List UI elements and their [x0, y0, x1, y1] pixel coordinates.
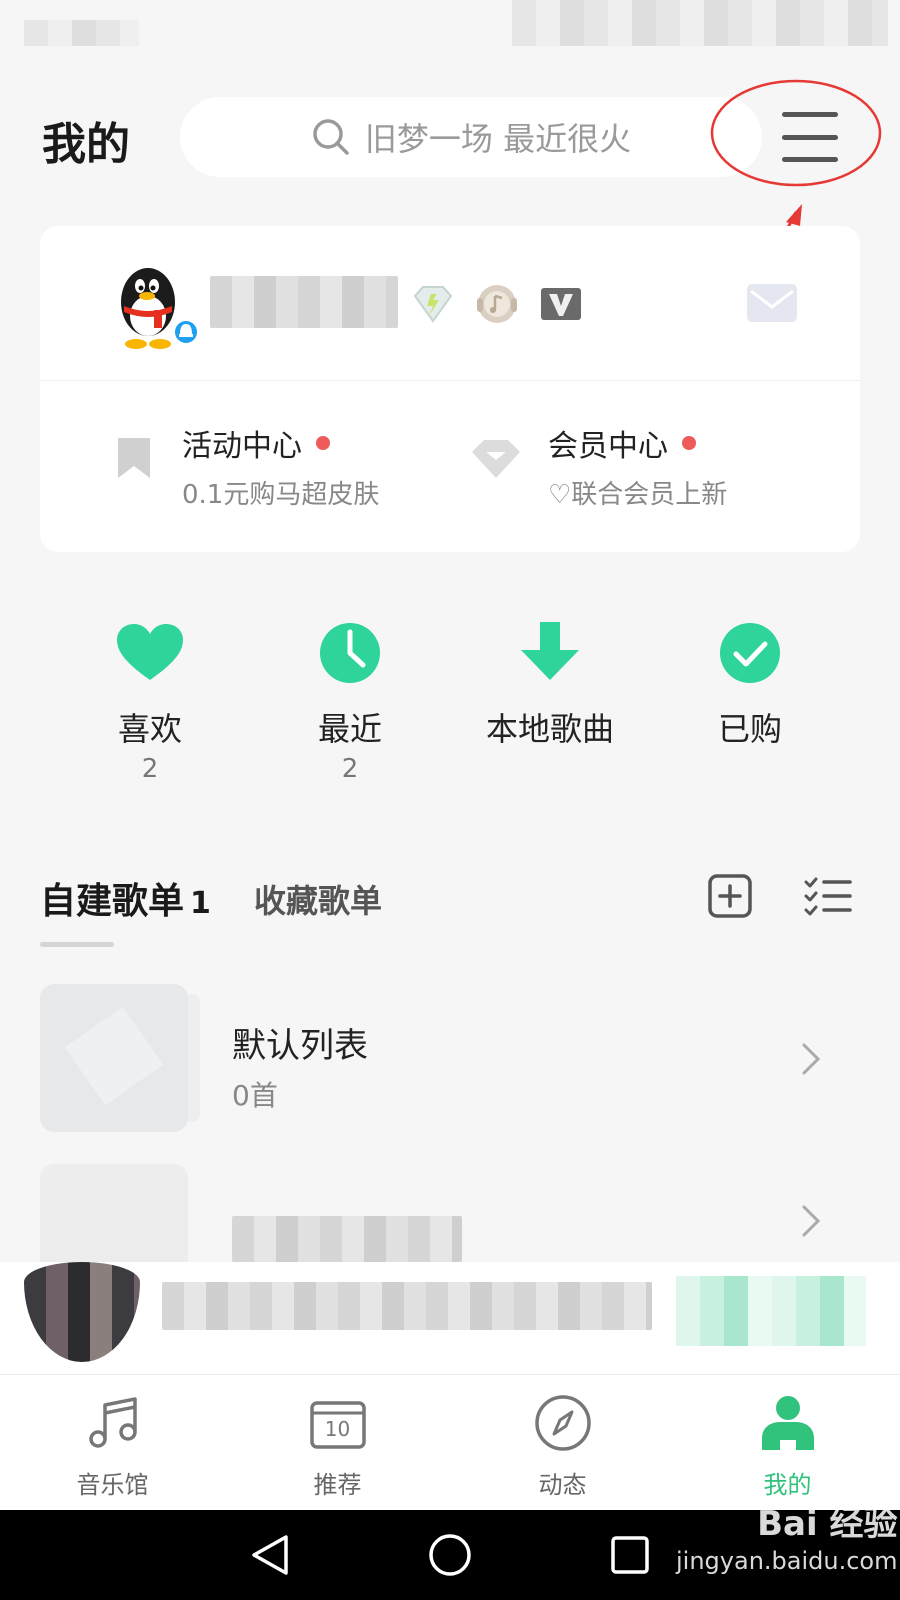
notification-dot	[316, 436, 330, 450]
shortcut-count: 2	[141, 754, 159, 784]
shortcut-count: 2	[341, 754, 359, 784]
shortcut-label: 本地歌曲	[485, 710, 614, 748]
menu-icon	[782, 112, 838, 117]
search-input[interactable]: 旧梦一场 最近很火	[180, 97, 762, 177]
nav-label: 音乐馆	[76, 1471, 149, 1499]
search-icon	[311, 117, 351, 157]
manage-playlists-button[interactable]	[804, 876, 852, 916]
mail-icon[interactable]	[746, 283, 798, 323]
chevron-right-icon	[802, 1043, 821, 1075]
plus-square-icon	[708, 874, 752, 918]
back-icon[interactable]	[245, 1530, 295, 1580]
nav-music-hall[interactable]: 音乐馆	[0, 1375, 225, 1510]
shortcut-local-songs[interactable]: 本地歌曲	[460, 620, 640, 750]
username	[210, 276, 398, 328]
now-playing-title	[162, 1282, 652, 1330]
shortcut-label: 喜欢	[117, 710, 182, 748]
page-title: 我的	[42, 119, 130, 170]
qq-penguin-icon	[121, 268, 200, 349]
playlist-row[interactable]: 默认列表 0首	[40, 984, 860, 1134]
bookmark-icon	[112, 436, 156, 480]
calendar-icon: 10	[308, 1393, 368, 1453]
tab-own-label: 自建歌单	[40, 881, 185, 922]
tab-own-count: 1	[190, 886, 211, 921]
vip-center-button[interactable]: 会员中心 ♡联合会员上新	[470, 420, 727, 511]
recent-apps-icon[interactable]	[605, 1530, 655, 1580]
playlist-cover-stack	[188, 994, 200, 1122]
watermark-url: jingyan.baidu.com	[676, 1547, 898, 1576]
status-bar-right	[512, 0, 888, 46]
nav-label: 推荐	[313, 1471, 362, 1499]
checklist-icon	[804, 877, 852, 916]
watermark-logo: Bai 经验	[757, 1504, 898, 1544]
chevron-right-icon	[802, 1205, 821, 1237]
status-bar-left	[24, 20, 139, 46]
clock-icon	[317, 620, 383, 686]
search-placeholder: 旧梦一场 最近很火	[364, 120, 632, 158]
shortcut-like[interactable]: 喜欢 2	[60, 620, 240, 784]
menu-icon-line	[782, 157, 838, 162]
tab-indicator	[40, 942, 114, 947]
activity-center-title: 活动中心	[182, 429, 302, 464]
shortcut-label: 已购	[717, 710, 782, 748]
nav-recommend[interactable]: 10 推荐	[225, 1375, 450, 1510]
menu-icon-line	[782, 134, 838, 140]
bottom-nav: 音乐馆 10 推荐 动态 我的	[0, 1374, 900, 1510]
nav-label: 动态	[538, 1471, 587, 1499]
download-icon	[517, 620, 583, 686]
check-circle-icon	[717, 620, 783, 686]
activity-center-subtitle: 0.1元购马超皮肤	[182, 480, 380, 510]
tab-favorite-playlists[interactable]: 收藏歌单	[254, 876, 382, 922]
diamond-icon	[470, 436, 522, 480]
vip-center-title: 会员中心	[548, 429, 668, 464]
heart-icon	[117, 620, 183, 686]
watermark: Bai 经验 jingyan.baidu.com	[676, 1502, 897, 1577]
shortcut-recent[interactable]: 最近 2	[260, 620, 440, 784]
avatar[interactable]	[114, 262, 204, 354]
shortcut-purchased[interactable]: 已购	[660, 620, 840, 750]
tab-own-playlists[interactable]: 自建歌单 1	[40, 872, 211, 924]
playlist-cover	[40, 984, 188, 1132]
vip-badge-icon[interactable]	[536, 282, 586, 326]
shortcut-label: 最近	[317, 710, 382, 748]
nav-feed[interactable]: 动态	[450, 1375, 675, 1510]
menu-button[interactable]	[782, 112, 838, 162]
activity-center-button[interactable]: 活动中心 0.1元购马超皮肤	[112, 420, 379, 511]
user-icon	[758, 1393, 818, 1453]
nav-label: 我的	[763, 1471, 812, 1499]
vip-center-subtitle: ♡联合会员上新	[548, 480, 728, 510]
playlist-count: 0首	[232, 1079, 278, 1112]
compass-icon	[533, 1393, 593, 1453]
notification-dot	[682, 436, 696, 450]
playlist-name: 默认列表	[232, 1026, 368, 1066]
calendar-day: 10	[324, 1417, 351, 1441]
diamond-badge-icon[interactable]	[408, 282, 458, 326]
music-note-icon	[83, 1393, 143, 1453]
badge-row	[408, 282, 586, 326]
playlist-name	[232, 1216, 462, 1262]
home-icon[interactable]	[425, 1530, 475, 1580]
nav-mine[interactable]: 我的	[675, 1375, 900, 1510]
music-badge-icon[interactable]	[472, 282, 522, 326]
add-playlist-button[interactable]	[708, 874, 752, 918]
player-controls[interactable]	[676, 1276, 866, 1346]
card-divider	[40, 380, 860, 381]
